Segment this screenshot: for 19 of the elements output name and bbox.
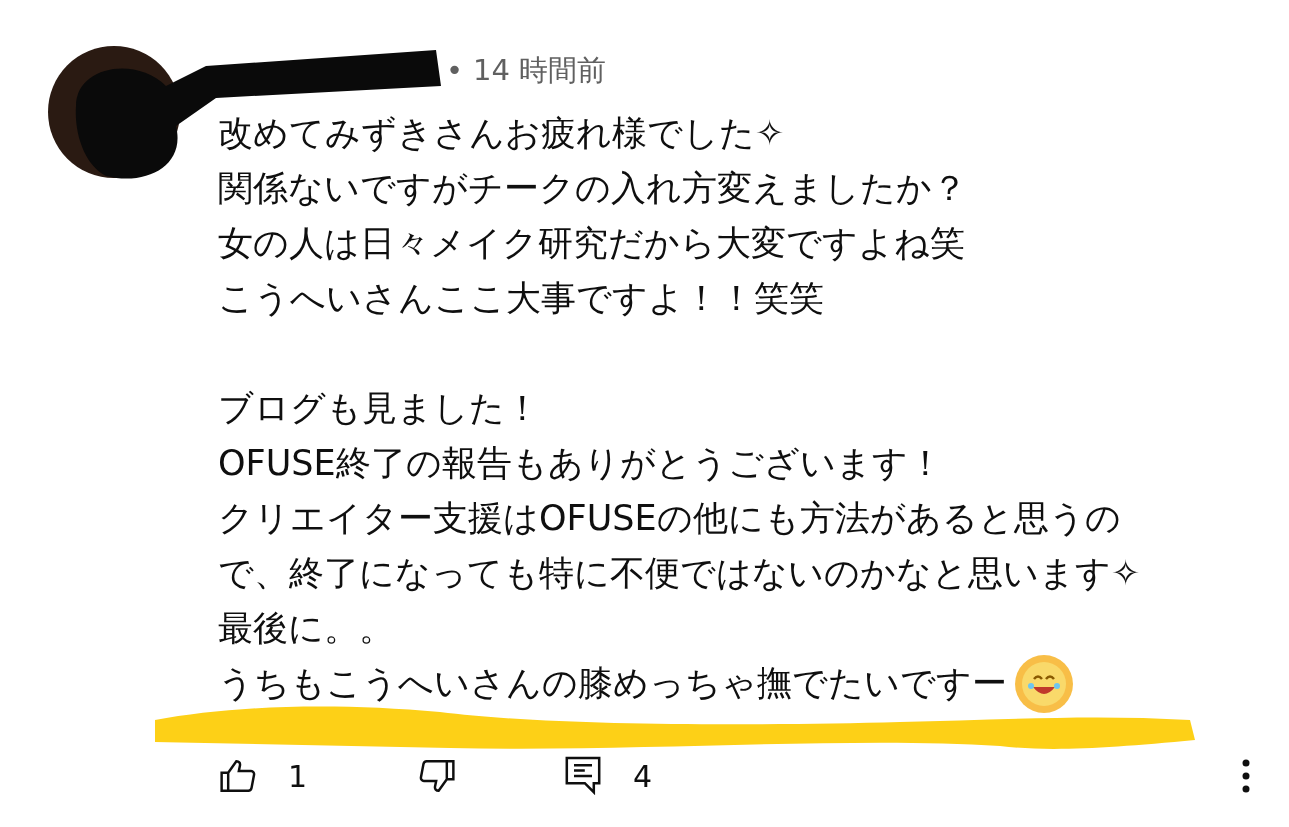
more-options-icon[interactable]: [1242, 758, 1251, 794]
like-count: 1: [288, 757, 308, 796]
comment-text-line: 最後に。。: [218, 607, 394, 650]
comment-text-line: うちもこうへいさんの膝めっちゃ撫でたいですー: [218, 662, 1007, 705]
reply-comment-icon[interactable]: [565, 756, 602, 796]
comment-text-line: 関係ないですがチークの入れ方変えましたか？: [218, 167, 967, 210]
comment-text-line: OFUSE終了の報告もありがとうございます！: [218, 442, 943, 485]
thumbs-down-icon[interactable]: [417, 758, 458, 794]
comment-text-line: 改めてみずきさんお疲れ様でした✧: [218, 112, 785, 155]
thumbs-up-icon[interactable]: [218, 758, 258, 794]
comment-text-line: クリエイター支援はOFUSEの他にも方法があると思うの: [218, 497, 1121, 540]
comment-time: 14 時間前: [473, 52, 607, 90]
laughing-face-icon: [1013, 652, 1075, 715]
separator-dot: •: [446, 52, 464, 90]
comment-text-line: ブログも見ました！: [218, 387, 540, 430]
comment-text-line: 女の人は日々メイク研究だから大変ですよね笑: [218, 222, 965, 265]
comment-text-line: こうへいさんここ大事ですよ！！笑笑: [218, 277, 824, 320]
reply-count: 4: [633, 757, 653, 796]
comment-text-line: で、終了になっても特に不便ではないのかなと思います✧: [218, 552, 1141, 595]
